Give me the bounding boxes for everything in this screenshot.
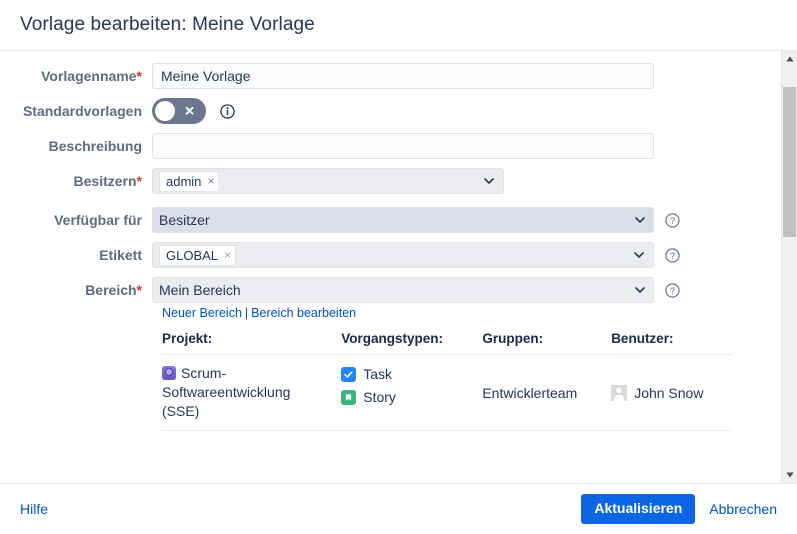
toggle-off-mark-icon: ✕ [184, 105, 195, 118]
cell-users: John Snow [611, 355, 732, 431]
project-name: Scrum-Softwareentwicklung (SSE) [162, 365, 290, 419]
label-label-field: Etikett [0, 242, 152, 268]
scope-select[interactable]: Mein Bereich [152, 277, 654, 303]
column-header-groups: Gruppen: [482, 331, 611, 355]
footer-left: Hilfe [20, 501, 581, 517]
info-icon[interactable] [220, 104, 235, 119]
help-icon[interactable]: ? [665, 283, 680, 298]
user-avatar-icon [611, 385, 627, 401]
project-avatar-icon [162, 366, 176, 380]
required-marker: * [137, 68, 142, 84]
issue-type-label: Story [363, 387, 396, 408]
field-available-for: Besitzer ? [152, 207, 771, 233]
field-default-templates: ✕ [152, 98, 771, 124]
svg-text:?: ? [670, 285, 675, 295]
form-row-template-name: Vorlagenname* [0, 63, 771, 89]
description-input[interactable] [152, 133, 654, 159]
required-marker: * [137, 282, 142, 298]
issue-type-label: Task [363, 364, 392, 385]
label-owners: Besitzern* [0, 168, 152, 194]
cell-groups: Entwicklerteam [482, 355, 611, 431]
owner-chip-admin[interactable]: admin × [159, 171, 219, 192]
owners-multiselect[interactable]: admin × [152, 168, 504, 194]
cell-project: Scrum-Softwareentwicklung (SSE) [162, 355, 341, 431]
issue-type-story: Story [341, 387, 482, 408]
scope-selectwrap: Mein Bereich [152, 277, 654, 303]
column-header-issue-types: Vorgangstypen: [341, 331, 482, 355]
chevron-down-icon [484, 178, 494, 184]
cell-issue-types: Task Story [341, 355, 482, 431]
toggle-knob [155, 101, 175, 121]
default-templates-toggle[interactable]: ✕ [152, 98, 206, 124]
form-container: Vorlagenname* Standardvorlagen ✕ [0, 51, 797, 437]
edit-template-dialog: Vorlage bearbeiten: Meine Vorlage Vorlag… [0, 0, 797, 534]
svg-text:?: ? [670, 250, 675, 260]
page-title: Vorlage bearbeiten: Meine Vorlage [20, 14, 315, 36]
scope-links: Neuer Bereich|Bereich bearbeiten [162, 306, 771, 320]
label-template-name-text: Vorlagenname [41, 68, 136, 84]
dialog-footer: Hilfe Aktualisieren Abbrechen [0, 483, 797, 534]
field-scope: Mein Bereich ? [152, 277, 771, 303]
dialog-header: Vorlage bearbeiten: Meine Vorlage [0, 0, 797, 51]
label-chip-text: GLOBAL [166, 246, 218, 265]
label-template-name: Vorlagenname* [0, 63, 152, 89]
column-header-users: Benutzer: [611, 331, 732, 355]
help-icon[interactable]: ? [665, 248, 680, 263]
issue-type-task: Task [341, 364, 482, 385]
edit-scope-link[interactable]: Bereich bearbeiten [251, 306, 356, 320]
form-row-available-for: Verfügbar für Besitzer ? [0, 207, 771, 233]
scrollbar-up-arrow-icon[interactable] [782, 51, 797, 67]
user-entry: John Snow [611, 385, 732, 401]
form-row-scope: Bereich* Mein Bereich ? [0, 277, 771, 303]
label-multiselect[interactable]: GLOBAL × [152, 242, 654, 268]
new-scope-link[interactable]: Neuer Bereich [162, 306, 242, 320]
task-check-icon [341, 367, 356, 382]
svg-text:?: ? [670, 215, 675, 225]
scrollbar-thumb[interactable] [783, 87, 796, 237]
label-default-templates: Standardvorlagen [0, 98, 152, 124]
scope-table-head: Projekt: Vorgangstypen: Gruppen: Benutze… [162, 331, 732, 355]
label-chip-global[interactable]: GLOBAL × [159, 245, 236, 266]
dialog-body: Vorlagenname* Standardvorlagen ✕ [0, 51, 797, 483]
user-name: John Snow [634, 385, 703, 401]
required-marker: * [137, 173, 142, 189]
table-header-row: Projekt: Vorgangstypen: Gruppen: Benutze… [162, 331, 732, 355]
field-description [152, 133, 771, 159]
scrollbar-down-arrow-icon[interactable] [782, 467, 797, 483]
links-separator: | [245, 306, 248, 320]
submit-button[interactable]: Aktualisieren [581, 494, 695, 523]
scope-table: Projekt: Vorgangstypen: Gruppen: Benutze… [162, 331, 732, 431]
label-available-for: Verfügbar für [0, 207, 152, 233]
story-bookmark-icon [341, 390, 356, 405]
chevron-down-icon [634, 252, 644, 258]
label-description: Beschreibung [0, 133, 152, 159]
field-owners: admin × [152, 168, 771, 194]
label-scope: Bereich* [0, 277, 152, 303]
vertical-scrollbar[interactable] [781, 51, 797, 483]
form-row-label: Etikett GLOBAL × ? [0, 242, 771, 268]
template-name-input[interactable] [152, 63, 654, 89]
form-row-default-templates: Standardvorlagen ✕ [0, 98, 771, 124]
label-scope-text: Bereich [85, 282, 136, 298]
help-icon[interactable]: ? [665, 213, 680, 228]
table-row: Scrum-Softwareentwicklung (SSE) Task [162, 355, 732, 431]
form-row-description: Beschreibung [0, 133, 771, 159]
field-template-name [152, 63, 771, 89]
available-for-select[interactable]: Besitzer [152, 207, 654, 233]
label-owners-text: Besitzern [74, 173, 137, 189]
form-row-owners: Besitzern* admin × [0, 168, 771, 194]
scope-table-body: Scrum-Softwareentwicklung (SSE) Task [162, 355, 732, 431]
remove-chip-icon[interactable]: × [207, 175, 214, 187]
help-link[interactable]: Hilfe [20, 501, 48, 517]
cancel-link[interactable]: Abbrechen [709, 501, 777, 517]
owner-chip-label: admin [166, 172, 201, 191]
footer-right: Aktualisieren Abbrechen [581, 494, 777, 523]
column-header-project: Projekt: [162, 331, 341, 355]
remove-chip-icon[interactable]: × [224, 249, 231, 261]
available-for-selectwrap: Besitzer [152, 207, 654, 233]
field-label: GLOBAL × ? [152, 242, 771, 268]
